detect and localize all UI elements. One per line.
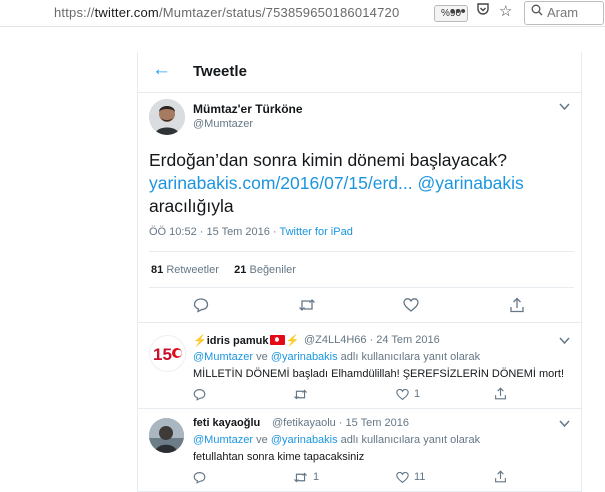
reply-icon[interactable]: [193, 388, 206, 404]
tweet-text: Erdoğan’dan sonra kimin dönemi başlayaca…: [149, 149, 574, 218]
mention-link[interactable]: @Mumtazer: [193, 434, 253, 446]
reply-context: @Mumtazer ve @yarinabakis adlı kullanıcı…: [193, 351, 480, 363]
arrow-left-icon[interactable]: ←: [152, 59, 171, 81]
lightning-icon: ⚡: [193, 335, 207, 347]
tweet-stats: 81 Retweetler 21 Beğeniler: [151, 264, 296, 276]
search-icon: [531, 4, 543, 19]
bookmark-star-icon[interactable]: ☆: [499, 2, 512, 22]
share-icon[interactable]: [494, 470, 507, 486]
divider: [138, 322, 581, 323]
tweet-meta: ÖÖ 10:52 · 15 Tem 2016 · Twitter for iPa…: [149, 226, 353, 238]
mention-link[interactable]: @yarinabakis: [271, 351, 338, 363]
more-actions-icon[interactable]: •••: [450, 2, 466, 22]
tweet-link[interactable]: yarinabakis.com/2016/07/15/erd...: [149, 173, 413, 193]
url-scheme: https://: [54, 5, 95, 20]
chevron-down-icon[interactable]: [559, 336, 570, 348]
tweet-column: ← Tweetle Mümtaz'er Türköne @Mumtazer Er…: [137, 52, 582, 492]
heart-icon[interactable]: [396, 388, 409, 404]
search-field[interactable]: Aram: [524, 1, 604, 25]
retweets-stat[interactable]: 81 Retweetler: [151, 264, 219, 276]
reply-icon[interactable]: [193, 471, 206, 487]
avatar[interactable]: [149, 418, 184, 453]
page-title: Tweetle: [193, 63, 247, 80]
reply-context: @Mumtazer ve @yarinabakis adlı kullanıcı…: [193, 434, 480, 446]
reply-text: fetullahtan sonra kime tapacaksiniz: [193, 451, 365, 463]
browser-toolbar: https://twitter.com/Mumtazer/status/7538…: [0, 0, 605, 27]
reply-conj: ve: [253, 351, 271, 363]
tweet-text-line: Erdoğan’dan sonra kimin dönemi başlayaca…: [149, 150, 507, 170]
divider: [149, 251, 574, 252]
lightning-icon: ⚡: [285, 335, 300, 347]
like-count: 1: [414, 388, 421, 400]
url-text[interactable]: https://twitter.com/Mumtazer/status/7538…: [54, 5, 399, 20]
retweet-icon[interactable]: [298, 297, 316, 316]
retweet-icon[interactable]: [293, 388, 308, 404]
mention-link[interactable]: @Mumtazer: [193, 351, 253, 363]
search-placeholder: Aram: [547, 5, 579, 20]
chevron-down-icon[interactable]: [559, 419, 570, 431]
avatar[interactable]: [149, 99, 185, 135]
tweet-text-line: aracılığıyla: [149, 196, 234, 216]
reply-icon[interactable]: [193, 297, 209, 316]
chevron-down-icon[interactable]: [559, 102, 570, 114]
url-domain: twitter.com: [94, 5, 159, 20]
mention-link[interactable]: @yarinabakis: [271, 434, 338, 446]
column-header: ← Tweetle: [138, 52, 581, 93]
retweets-label: Retweetler: [166, 264, 219, 276]
reply-suffix: adlı kullanıcılara yanıt olarak: [337, 434, 481, 446]
retweet-icon[interactable]: [293, 471, 308, 487]
reply-text: MİLLETİN DÖNEMİ başladı Elhamdülillah! Ş…: [193, 368, 565, 380]
share-icon[interactable]: [509, 297, 525, 316]
reply-author-name[interactable]: feti kayaoğlu: [193, 417, 260, 429]
likes-label: Beğeniler: [249, 264, 296, 276]
like-count: 11: [414, 471, 426, 483]
reply-handle-date[interactable]: @fetikayaolu · 15 Tem 2016: [272, 417, 409, 429]
heart-icon[interactable]: [403, 297, 419, 316]
mention-link[interactable]: @yarinabakis: [418, 173, 524, 193]
address-bar[interactable]: https://twitter.com/Mumtazer/status/7538…: [34, 2, 516, 22]
divider: [138, 408, 581, 409]
likes-count: 21: [234, 264, 247, 276]
divider: [149, 287, 574, 288]
likes-stat[interactable]: 21 Beğeniler: [234, 264, 296, 276]
reply-author-name[interactable]: ⚡idris pamuk ⚡: [193, 334, 299, 347]
retweet-count: 1: [313, 471, 320, 483]
avatar-label: 15: [153, 345, 172, 364]
tweet-source-link[interactable]: Twitter for iPad: [279, 226, 352, 238]
turkey-flag-icon: [270, 335, 286, 345]
retweets-count: 81: [151, 264, 164, 276]
tweet-timestamp[interactable]: ÖÖ 10:52 · 15 Tem 2016 ·: [149, 226, 279, 238]
url-path: /Mumtazer/status/753859650186014720: [158, 5, 400, 20]
reply-conj: ve: [253, 434, 271, 446]
heart-icon[interactable]: [396, 471, 409, 487]
reply-handle-date[interactable]: @Z4LL4H66 · 24 Tem 2016: [304, 334, 440, 346]
share-icon[interactable]: [494, 387, 507, 403]
reply-name-text: idris pamuk: [206, 335, 269, 347]
reply-suffix: adlı kullanıcılara yanıt olarak: [337, 351, 481, 363]
author-handle[interactable]: @Mumtazer: [193, 118, 253, 130]
avatar[interactable]: 15: [149, 335, 186, 372]
author-name[interactable]: Mümtaz'er Türköne: [193, 102, 303, 116]
pocket-icon[interactable]: [476, 2, 490, 22]
